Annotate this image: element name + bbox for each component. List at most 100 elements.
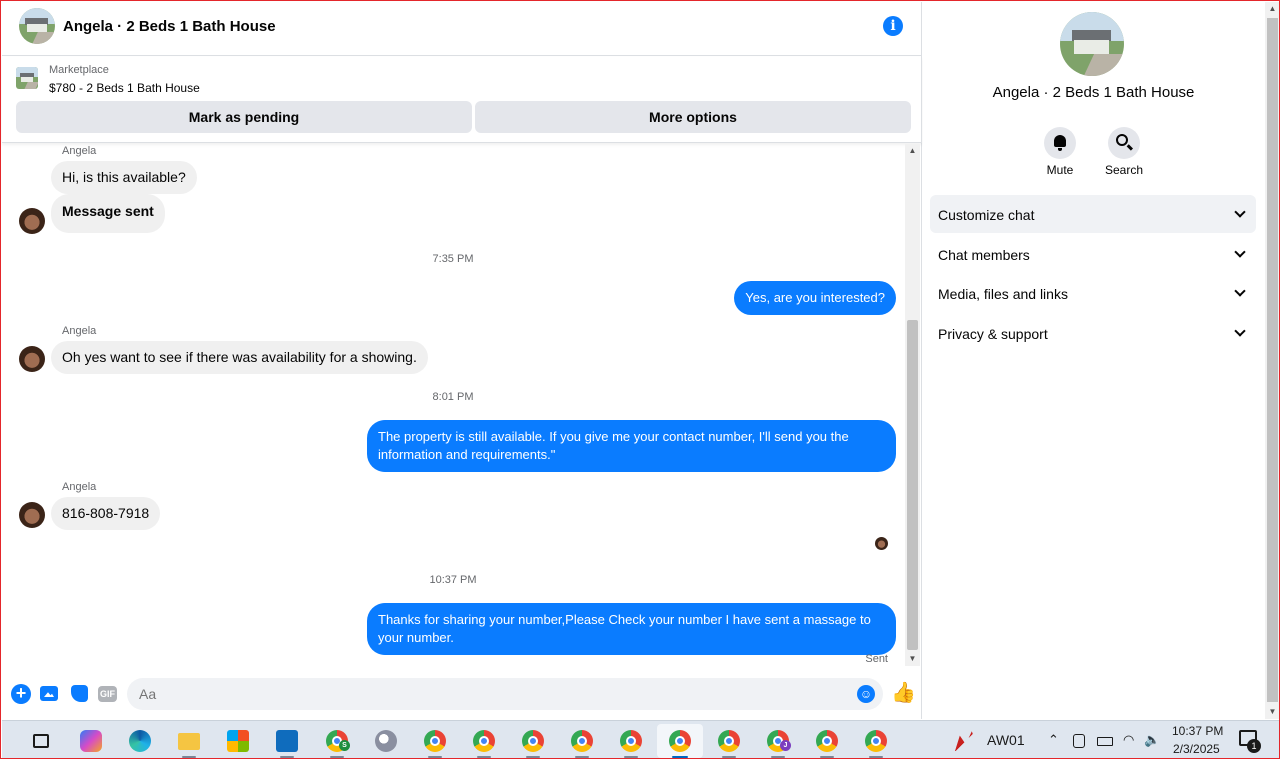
outgoing-message[interactable]: Thanks for sharing your number,Please Ch… xyxy=(367,603,896,655)
task-view-icon xyxy=(33,734,49,748)
paint-icon xyxy=(375,730,397,752)
seen-indicator-avatar xyxy=(875,537,888,550)
chevron-down-icon xyxy=(1234,325,1246,337)
wifi-icon[interactable]: ◠ xyxy=(1123,732,1134,748)
listing-title[interactable]: $780 - 2 Beds 1 Bath House xyxy=(49,81,200,95)
chrome-icon xyxy=(718,730,740,752)
clock-time[interactable]: 10:37 PM xyxy=(1172,724,1223,738)
message-thread[interactable]: Angela Hi, is this available? Message se… xyxy=(2,144,904,670)
show-hidden-icons-chevron-icon[interactable]: ⌃ xyxy=(1048,732,1059,748)
outgoing-message[interactable]: The property is still available. If you … xyxy=(367,420,896,472)
task-view-button[interactable] xyxy=(17,724,63,758)
message-input[interactable] xyxy=(127,678,883,710)
scrollbar-thumb[interactable] xyxy=(907,320,918,650)
search-icon xyxy=(1116,134,1128,146)
battery-icon[interactable] xyxy=(1097,737,1113,746)
message-scrollbar[interactable]: ▲ ▼ xyxy=(905,144,920,666)
marketplace-listing-bar: Marketplace $780 - 2 Beds 1 Bath House M… xyxy=(2,57,922,143)
chrome-button[interactable] xyxy=(510,724,556,758)
edge-button[interactable] xyxy=(117,724,163,758)
chrome-button[interactable] xyxy=(608,724,654,758)
plus-icon[interactable]: + xyxy=(11,684,31,704)
sender-avatar[interactable] xyxy=(19,346,45,372)
chrome-icon xyxy=(816,730,838,752)
page-scrollbar[interactable]: ▲ ▼ xyxy=(1265,2,1279,719)
chat-members-row[interactable]: Chat members xyxy=(930,235,1256,273)
chrome-button[interactable] xyxy=(853,724,899,758)
panel-avatar[interactable] xyxy=(1060,12,1124,76)
sender-avatar[interactable] xyxy=(19,502,45,528)
phone-link-icon[interactable] xyxy=(1073,734,1085,748)
search-button[interactable]: Search xyxy=(1092,127,1156,177)
outlook-button[interactable] xyxy=(264,724,310,758)
message-timestamp: 8:01 PM xyxy=(432,391,474,403)
scroll-down-arrow-icon[interactable]: ▼ xyxy=(1265,705,1279,719)
chrome-icon xyxy=(571,730,593,752)
privacy-support-row[interactable]: Privacy & support xyxy=(930,314,1256,352)
profile-badge: S xyxy=(339,740,350,751)
thumbs-up-icon[interactable]: 👍 xyxy=(891,682,916,704)
panel-title: Angela · 2 Beds 1 Bath House xyxy=(992,84,1195,101)
row-label: Media, files and links xyxy=(938,286,1068,302)
customize-chat-row[interactable]: Customize chat xyxy=(930,195,1256,233)
mute-button[interactable]: Mute xyxy=(1028,127,1092,177)
clock-date[interactable]: 2/3/2025 xyxy=(1173,742,1220,756)
chrome-profile-j-button[interactable]: J xyxy=(755,724,801,758)
message-timestamp: 10:37 PM xyxy=(429,574,477,586)
chrome-button[interactable] xyxy=(461,724,507,758)
more-options-button[interactable]: More options xyxy=(475,101,911,133)
incoming-message[interactable]: Message sent xyxy=(51,194,165,233)
sender-name: Angela xyxy=(62,481,97,493)
incoming-message[interactable]: Hi, is this available? xyxy=(51,161,197,194)
notification-count: 1 xyxy=(1247,739,1261,753)
file-explorer-button[interactable] xyxy=(166,724,212,758)
search-label: Search xyxy=(1104,163,1144,177)
sender-avatar[interactable] xyxy=(19,208,45,234)
sender-name: Angela xyxy=(62,145,97,157)
chrome-button-active[interactable] xyxy=(657,724,703,758)
scroll-up-arrow-icon[interactable]: ▲ xyxy=(1265,2,1279,16)
scroll-down-arrow-icon[interactable]: ▼ xyxy=(905,652,920,666)
chrome-button[interactable] xyxy=(706,724,752,758)
aw-label[interactable]: AW01 xyxy=(987,732,1025,748)
aw-app-icon[interactable] xyxy=(955,731,979,751)
emoji-icon[interactable]: ☺ xyxy=(857,685,875,703)
volume-icon[interactable]: 🔈 xyxy=(1144,732,1160,748)
gif-icon[interactable]: GIF xyxy=(98,684,118,704)
browser-frame: Angela · 2 Beds 1 Bath House i Marketpla… xyxy=(0,0,1280,759)
mute-label: Mute xyxy=(1046,163,1074,177)
media-files-links-row[interactable]: Media, files and links xyxy=(930,274,1256,312)
copilot-button[interactable] xyxy=(68,724,114,758)
conversation-title[interactable]: Angela · 2 Beds 1 Bath House xyxy=(63,18,276,35)
row-label: Customize chat xyxy=(938,207,1035,223)
image-icon[interactable] xyxy=(40,684,60,704)
chrome-profile-s-button[interactable]: S xyxy=(314,724,360,758)
chrome-button[interactable] xyxy=(412,724,458,758)
chrome-button[interactable] xyxy=(804,724,850,758)
listing-thumbnail[interactable] xyxy=(16,67,38,89)
chat-column: Angela · 2 Beds 1 Bath House i Marketpla… xyxy=(2,2,922,719)
chrome-icon xyxy=(522,730,544,752)
file-explorer-icon xyxy=(178,733,200,750)
scrollbar-thumb[interactable] xyxy=(1267,18,1278,702)
mark-as-pending-button[interactable]: Mark as pending xyxy=(16,101,472,133)
incoming-message[interactable]: Oh yes want to see if there was availabi… xyxy=(51,341,428,374)
outlook-icon xyxy=(276,730,298,752)
incoming-message[interactable]: 816-808-7918 xyxy=(51,497,161,530)
windows-taskbar: S J AW01 ⌃ ◠ 🔈 10:37 PM 2/3/2025 1 xyxy=(2,720,1279,758)
edge-icon xyxy=(129,730,151,752)
paint-button[interactable] xyxy=(363,724,409,758)
scroll-up-arrow-icon[interactable]: ▲ xyxy=(905,144,920,158)
info-icon[interactable]: i xyxy=(883,16,903,36)
message-composer: + GIF ☺ 👍 xyxy=(2,670,922,719)
profile-badge: J xyxy=(780,740,791,751)
bell-icon xyxy=(1054,135,1066,151)
chrome-icon xyxy=(865,730,887,752)
row-label: Chat members xyxy=(938,247,1030,263)
conversation-avatar[interactable] xyxy=(19,8,55,44)
chat-header: Angela · 2 Beds 1 Bath House i xyxy=(2,2,922,56)
microsoft-store-button[interactable] xyxy=(215,724,261,758)
sticker-icon[interactable] xyxy=(69,684,89,704)
outgoing-message[interactable]: Yes, are you interested? xyxy=(734,281,896,315)
chrome-button[interactable] xyxy=(559,724,605,758)
